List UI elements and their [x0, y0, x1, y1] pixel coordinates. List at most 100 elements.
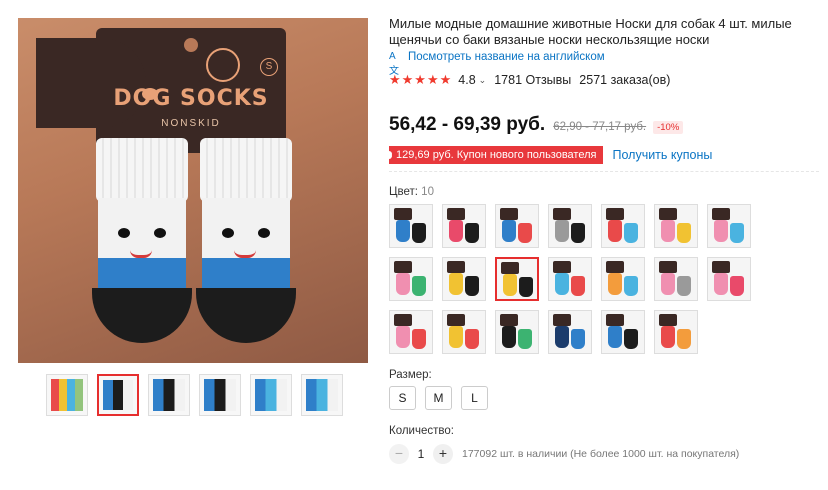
translate-icon: A文 [389, 51, 399, 77]
swatch-image [661, 220, 675, 242]
gallery-thumbnail[interactable] [199, 374, 241, 416]
swatch-image [571, 223, 585, 243]
quantity-plus-button[interactable]: + [433, 444, 453, 464]
swatch-image [465, 276, 479, 296]
thumbnail-strip [46, 374, 343, 416]
swatch-image [659, 314, 677, 326]
color-swatch[interactable] [495, 204, 539, 248]
thumbnail-image [255, 379, 287, 411]
thumbnail-image [51, 379, 83, 411]
swatch-image [412, 276, 426, 296]
thumbnail-image [103, 380, 133, 410]
reviews-count[interactable]: 1781 Отзывы [494, 73, 571, 87]
product-main-image[interactable]: S DOG SOCKS NONSKID [18, 18, 368, 363]
rating-score[interactable]: 4.8 [458, 73, 475, 87]
color-swatch[interactable] [654, 257, 698, 301]
thumbnail-image [153, 379, 185, 411]
color-label: Цвет: 10 [389, 186, 434, 198]
swatch-image [730, 276, 744, 296]
color-swatch[interactable] [707, 204, 751, 248]
swatch-image [608, 326, 622, 348]
swatch-image [555, 273, 569, 295]
swatch-image [677, 276, 691, 296]
swatch-image [449, 220, 463, 242]
gallery-thumbnail[interactable] [148, 374, 190, 416]
size-option-s[interactable]: S [389, 386, 416, 410]
color-swatch[interactable] [389, 257, 433, 301]
swatch-image [606, 314, 624, 326]
product-title: Милые модные домашние животные Носки для… [389, 16, 792, 47]
swatch-image [714, 220, 728, 242]
size-option-m[interactable]: M [425, 386, 452, 410]
new-user-coupon-badge[interactable]: 129,69 руб. Купон нового пользователя [385, 146, 604, 164]
swatch-image [624, 329, 638, 349]
swatch-image [661, 326, 675, 348]
swatch-image [606, 261, 624, 273]
color-swatch[interactable] [601, 257, 645, 301]
color-swatch[interactable] [442, 257, 486, 301]
size-options: SML [389, 386, 488, 410]
color-swatch[interactable] [442, 204, 486, 248]
color-swatch[interactable] [654, 204, 698, 248]
current-price: 56,42 - 69,39 руб. [389, 114, 546, 135]
swatch-image [394, 314, 412, 326]
swatch-image [396, 326, 410, 348]
swatch-image [555, 220, 569, 242]
color-swatch[interactable] [654, 310, 698, 354]
swatch-image [608, 273, 622, 295]
swatch-image [412, 223, 426, 243]
swatch-image [659, 261, 677, 273]
coupon-row: 129,69 руб. Купон нового пользователя По… [385, 146, 712, 164]
size-option-l[interactable]: L [461, 386, 488, 410]
gallery-thumbnail[interactable] [250, 374, 292, 416]
stock-info: 177092 шт. в наличии (Не более 1000 шт. … [462, 448, 740, 460]
color-swatch[interactable] [548, 310, 592, 354]
swatch-image [624, 223, 638, 243]
color-swatch[interactable] [495, 257, 539, 301]
color-swatch[interactable] [389, 310, 433, 354]
swatch-image [449, 273, 463, 295]
swatch-image [396, 273, 410, 295]
swatch-image [553, 261, 571, 273]
swatch-image [501, 262, 519, 274]
color-swatch[interactable] [707, 257, 751, 301]
gallery-thumbnail[interactable] [46, 374, 88, 416]
color-swatch[interactable] [442, 310, 486, 354]
color-label-text: Цвет: [389, 186, 418, 198]
size-label: Размер: [389, 369, 432, 381]
swatch-image [519, 277, 533, 297]
swatch-image [553, 208, 571, 220]
color-swatch[interactable] [389, 204, 433, 248]
color-swatch-grid [389, 204, 769, 354]
chevron-down-icon[interactable]: ⌄ [479, 75, 487, 86]
swatch-image [465, 329, 479, 349]
swatch-image [394, 261, 412, 273]
brand-seal-icon [206, 48, 240, 82]
swatch-image [712, 261, 730, 273]
swatch-image [730, 223, 744, 243]
gallery-thumbnail[interactable] [97, 374, 139, 416]
swatch-image [502, 326, 516, 348]
swatch-image [447, 208, 465, 220]
swatch-image [465, 223, 479, 243]
quantity-minus-button[interactable]: − [389, 444, 409, 464]
color-swatch[interactable] [548, 204, 592, 248]
gallery-thumbnail[interactable] [301, 374, 343, 416]
color-swatch[interactable] [548, 257, 592, 301]
quantity-value[interactable]: 1 [409, 447, 433, 461]
color-swatch[interactable] [495, 310, 539, 354]
swatch-image [571, 276, 585, 296]
get-coupons-link[interactable]: Получить купоны [612, 148, 712, 162]
swatch-image [449, 326, 463, 348]
translate-title-link[interactable]: A文 Посмотреть название на английском [389, 51, 605, 77]
orders-count: 2571 заказа(ов) [579, 73, 671, 87]
sock-card-tag: S DOG SOCKS NONSKID [36, 28, 286, 153]
price-row: 56,42 - 69,39 руб. 62,90 - 77,17 руб. -1… [389, 114, 684, 136]
swatch-image [518, 329, 532, 349]
color-swatch[interactable] [601, 204, 645, 248]
quantity-stepper: − 1 + 177092 шт. в наличии (Не более 100… [389, 444, 739, 464]
swatch-image [394, 208, 412, 220]
color-swatch[interactable] [601, 310, 645, 354]
swatch-image [624, 276, 638, 296]
swatch-image [608, 220, 622, 242]
